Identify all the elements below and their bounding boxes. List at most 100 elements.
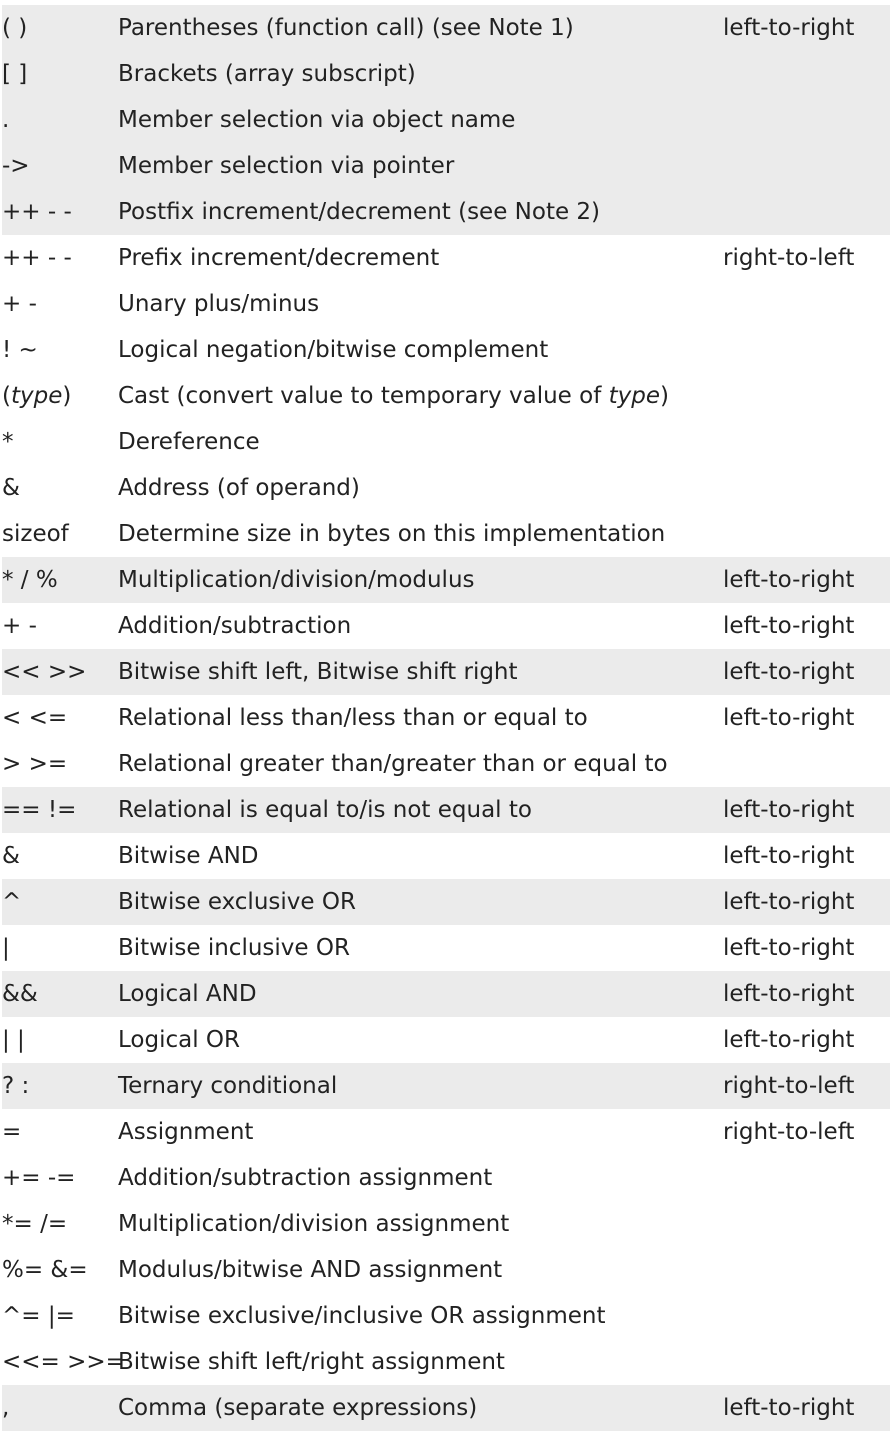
description-cell-text: Ternary conditional — [118, 1073, 338, 1099]
description-cell-text: Prefix increment/decrement — [118, 245, 440, 271]
operator-cell-text: & — [2, 843, 20, 869]
associativity-cell: left-to-right — [723, 981, 855, 1007]
operator-cell-text: type — [10, 383, 63, 409]
associativity-cell: left-to-right — [723, 935, 855, 961]
description-cell-text: Bitwise AND — [118, 843, 259, 869]
operator-cell-text: * — [2, 429, 14, 455]
operator-cell-text: ( ) — [2, 15, 28, 41]
table-row: ^= |= Bitwise exclusive/inclusive OR assi… — [2, 1293, 890, 1339]
operator-cell: + - — [2, 603, 37, 649]
table-row: * / % Multiplication/division/modulus left… — [2, 557, 890, 603]
operator-cell: -> — [2, 143, 30, 189]
table-row: <<= >>= Bitwise shift left/right assignme… — [2, 1339, 890, 1385]
description-cell: Parentheses (function call) (see Note 1) — [118, 5, 574, 51]
table-row: ++ - - Prefix increment/decrement right-to… — [2, 235, 890, 281]
operator-cell-text: ! ~ — [2, 337, 38, 363]
operator-cell: . — [2, 97, 9, 143]
operator-cell-text: + - — [2, 613, 37, 639]
description-cell: Logical OR — [118, 1017, 240, 1063]
operator-cell: > >= — [2, 741, 67, 787]
table-row: && Logical AND left-to-right — [2, 971, 890, 1017]
description-cell: Addition/subtraction — [118, 603, 351, 649]
operator-cell: ! ~ — [2, 327, 38, 373]
description-cell: Address (of operand) — [118, 465, 360, 511]
description-cell-text: Modulus/bitwise AND assignment — [118, 1257, 503, 1283]
table-row: & Address (of operand) — [2, 465, 890, 511]
description-cell-text: Bitwise inclusive OR — [118, 935, 350, 961]
table-row: ? : Ternary conditional right-to-left — [2, 1063, 890, 1109]
table-row: == != Relational is equal to/is not equal… — [2, 787, 890, 833]
table-row: , Comma (separate expressions) left-to-rig… — [2, 1385, 890, 1431]
description-cell-text: Logical AND — [118, 981, 257, 1007]
associativity-cell: right-to-left — [723, 1073, 855, 1099]
operator-cell: && — [2, 971, 38, 1017]
table-row: [ ] Brackets (array subscript) — [2, 51, 890, 97]
description-cell-text: Relational is equal to/is not equal to — [118, 797, 532, 823]
operator-cell: ^ — [2, 879, 21, 925]
description-cell-text: Cast (convert value to temporary value o… — [118, 383, 609, 409]
description-cell: Relational greater than/greater than or … — [118, 741, 668, 787]
operator-cell-text: < <= — [2, 705, 68, 731]
table-row: (type) Cast (convert value to temporary v… — [2, 373, 890, 419]
operator-cell-text: [ ] — [2, 61, 28, 87]
associativity-cell: left-to-right — [723, 889, 855, 915]
description-cell-text: Relational less than/less than or equal … — [118, 705, 588, 731]
description-cell-text: Bitwise exclusive OR — [118, 889, 356, 915]
description-cell: Relational is equal to/is not equal to — [118, 787, 532, 833]
operator-cell-text: + - — [2, 291, 37, 317]
operator-cell: <<= >>= — [2, 1339, 125, 1385]
operator-cell-text: > >= — [2, 751, 68, 777]
description-cell-text: Multiplication/division assignment — [118, 1211, 510, 1237]
description-cell: Logical negation/bitwise complement — [118, 327, 548, 373]
operator-cell: ? : — [2, 1063, 29, 1109]
table-row: << >> Bitwise shift left, Bitwise shift r… — [2, 649, 890, 695]
description-cell-text: Brackets (array subscript) — [118, 61, 416, 87]
operator-cell-text: ? : — [2, 1073, 30, 1099]
description-cell-text: Addition/subtraction assignment — [118, 1165, 493, 1191]
description-cell: Bitwise AND — [118, 833, 258, 879]
description-cell: Relational less than/less than or equal … — [118, 695, 588, 741]
description-cell: Logical AND — [118, 971, 257, 1017]
description-cell-text: Determine size in bytes on this implemen… — [118, 521, 666, 547]
table-row: ^ Bitwise exclusive OR left-to-right — [2, 879, 890, 925]
description-cell-text: Addition/subtraction — [118, 613, 352, 639]
description-cell-text: Parentheses (function call) (see Note 1) — [118, 15, 574, 41]
description-cell: Dereference — [118, 419, 260, 465]
operator-cell: << >> — [2, 649, 86, 695]
operator-cell-text: . — [2, 107, 10, 133]
operator-cell: * — [2, 419, 14, 465]
operator-cell: [ ] — [2, 51, 27, 97]
description-cell: Bitwise exclusive OR — [118, 879, 356, 925]
operator-cell-text: = — [2, 1119, 22, 1145]
description-cell: Bitwise exclusive/inclusive OR assignmen… — [118, 1293, 605, 1339]
operator-cell: %= &= — [2, 1247, 88, 1293]
table-row: * Dereference — [2, 419, 890, 465]
description-cell: Bitwise shift left, Bitwise shift right — [118, 649, 518, 695]
description-cell-text: ) — [660, 383, 669, 409]
description-cell-text: Address (of operand) — [118, 475, 360, 501]
description-cell: Modulus/bitwise AND assignment — [118, 1247, 502, 1293]
table-row: + - Unary plus/minus — [2, 281, 890, 327]
table-row: < <= Relational less than/less than or eq… — [2, 695, 890, 741]
description-cell: Bitwise shift left/right assignment — [118, 1339, 505, 1385]
operator-cell: *= /= — [2, 1201, 67, 1247]
operator-cell: | — [2, 925, 10, 971]
description-cell: Addition/subtraction assignment — [118, 1155, 492, 1201]
description-cell: Bitwise inclusive OR — [118, 925, 350, 971]
operator-cell-text: && — [2, 981, 38, 1007]
operator-cell-text: ( — [2, 383, 11, 409]
operator-cell: ++ - - — [2, 235, 72, 281]
operator-cell-text: * / % — [2, 567, 58, 593]
table-row: ++ - - Postfix increment/decrement (see N… — [2, 189, 890, 235]
operator-cell-text: & — [2, 475, 20, 501]
description-cell-text: Bitwise shift left/right assignment — [118, 1349, 505, 1375]
description-cell-text: Member selection via pointer — [118, 153, 455, 179]
operator-cell-text: -> — [2, 153, 30, 179]
table-row: sizeof Determine size in bytes on this im… — [2, 511, 890, 557]
operator-cell-text: %= &= — [2, 1257, 88, 1283]
operator-precedence-table: ( ) Parentheses (function call) (see Note… — [2, 5, 890, 1431]
operator-cell: = — [2, 1109, 21, 1155]
operator-cell: ( ) — [2, 5, 27, 51]
description-cell: Ternary conditional — [118, 1063, 337, 1109]
operator-cell: * / % — [2, 557, 58, 603]
